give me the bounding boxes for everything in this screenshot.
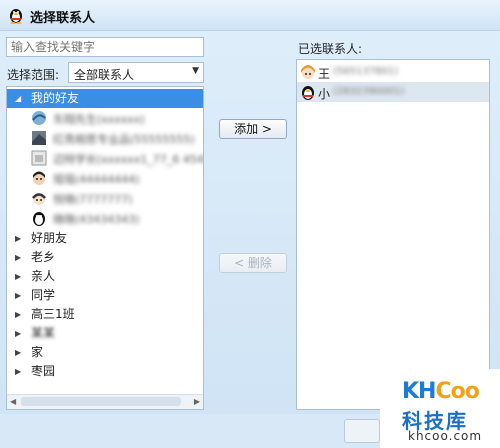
title-bar[interactable]: 选择联系人	[0, 0, 500, 31]
group-label: 同学	[31, 288, 56, 302]
scope-selected-value: 全部联系人	[74, 68, 135, 82]
group-label: 某某	[31, 326, 56, 340]
contact-row[interactable]: 迈特学长(xxxxxx1_77_6 45454)	[7, 149, 203, 168]
tree-group[interactable]: ▶ 家	[7, 343, 203, 362]
selected-contact-name: 小	[318, 87, 331, 101]
chevron-down-icon[interactable]: ▼	[192, 66, 199, 76]
contacts-tree[interactable]: ◢ 我的好友 东翔先生(xxxxxx) 红亮相思专业品(55555555) 迈特…	[6, 86, 204, 410]
group-label: 好朋友	[31, 231, 68, 245]
avatar-5-icon	[32, 193, 46, 205]
selected-contact-row[interactable]: 王 (565137801)	[297, 62, 489, 82]
group-label: 枣园	[31, 364, 56, 378]
watermark-url: khcoo.com	[408, 429, 483, 443]
contact-row[interactable]: 东翔先生(xxxxxx)	[7, 109, 203, 128]
search-input[interactable]	[7, 38, 203, 56]
horizontal-scrollbar[interactable]: ◀ ▶	[7, 394, 203, 409]
avatar-girl-icon	[301, 65, 315, 79]
tree-group[interactable]: ▶ 某某	[7, 324, 203, 343]
scroll-right-icon[interactable]: ▶	[194, 397, 200, 406]
contact-name: 瑶瑶(44444444)	[53, 173, 140, 186]
selected-contacts-label: 已选联系人:	[298, 42, 363, 56]
avatar-6-icon	[33, 212, 45, 226]
expanded-triangle-icon[interactable]: ◢	[15, 89, 21, 108]
collapsed-triangle-icon[interactable]: ▶	[15, 305, 21, 324]
remove-button[interactable]: < 删除	[219, 253, 287, 273]
group-label: 家	[31, 345, 44, 359]
collapsed-triangle-icon[interactable]: ▶	[15, 324, 21, 343]
contact-name: 晓晓(43434343)	[53, 213, 140, 226]
tree-group[interactable]: ▶ 枣园	[7, 362, 203, 381]
window-title: 选择联系人	[30, 11, 96, 26]
group-label: 亲人	[31, 269, 56, 283]
avatar-3-icon	[31, 150, 47, 166]
add-button[interactable]: 添加 >	[219, 119, 287, 139]
contact-name: 红亮相思专业品(55555555)	[53, 133, 195, 146]
contact-name: 悦晓(7777777)	[53, 193, 133, 206]
avatar-penguin-icon	[302, 86, 314, 100]
selected-contact-detail: (565137801)	[333, 66, 399, 77]
qq-penguin-icon	[10, 9, 22, 24]
group-label: 高三1班	[31, 307, 75, 321]
scrollbar-thumb[interactable]	[21, 397, 181, 406]
collapsed-triangle-icon[interactable]: ▶	[15, 286, 21, 305]
selected-contact-row[interactable]: 小 (2832390001)	[297, 82, 489, 102]
scope-dropdown[interactable]: 全部联系人 ▼	[68, 62, 204, 83]
selected-contact-name: 王	[318, 67, 331, 81]
watermark-logo: KHCoo	[402, 379, 480, 404]
collapsed-triangle-icon[interactable]: ▶	[15, 229, 21, 248]
tree-group[interactable]: ▶ 老乡	[7, 248, 203, 267]
selected-contact-detail: (2832390001)	[333, 86, 405, 97]
contact-row[interactable]: 悦晓(7777777)	[7, 189, 203, 208]
tree-group[interactable]: ▶ 亲人	[7, 267, 203, 286]
tree-group[interactable]: ▶ 高三1班	[7, 305, 203, 324]
dialog-button[interactable]	[344, 419, 380, 443]
contact-name: 东翔先生(xxxxxx)	[53, 113, 145, 126]
scroll-left-icon[interactable]: ◀	[10, 397, 16, 406]
tree-group-my-friends[interactable]: ◢ 我的好友	[7, 89, 203, 108]
group-label: 我的好友	[31, 91, 80, 105]
group-label: 老乡	[31, 250, 56, 264]
collapsed-triangle-icon[interactable]: ▶	[15, 362, 21, 381]
selected-contacts-list[interactable]: 王 (565137801) 小 (2832390001)	[296, 59, 490, 410]
avatar-2-icon	[32, 131, 46, 145]
contact-row[interactable]: 红亮相思专业品(55555555)	[7, 129, 203, 148]
avatar-1-icon	[32, 111, 46, 125]
collapsed-triangle-icon[interactable]: ▶	[15, 267, 21, 286]
tree-group[interactable]: ▶ 好朋友	[7, 229, 203, 248]
collapsed-triangle-icon[interactable]: ▶	[15, 248, 21, 267]
khcoo-watermark: KHCoo 科技库 khcoo.com	[380, 369, 500, 448]
contact-name: 迈特学长(xxxxxx1_77_6 45454)	[53, 153, 204, 166]
select-contacts-window: 选择联系人 选择范围: 全部联系人 ▼ ◢ 我的好友 东翔先生(xxxxxx) …	[0, 0, 500, 448]
contact-row[interactable]: 瑶瑶(44444444)	[7, 169, 203, 188]
contact-row[interactable]: 晓晓(43434343)	[7, 209, 203, 228]
search-box[interactable]	[6, 37, 204, 57]
collapsed-triangle-icon[interactable]: ▶	[15, 343, 21, 362]
avatar-4-icon	[33, 171, 45, 185]
scope-label: 选择范围:	[7, 68, 60, 82]
tree-group[interactable]: ▶ 同学	[7, 286, 203, 305]
